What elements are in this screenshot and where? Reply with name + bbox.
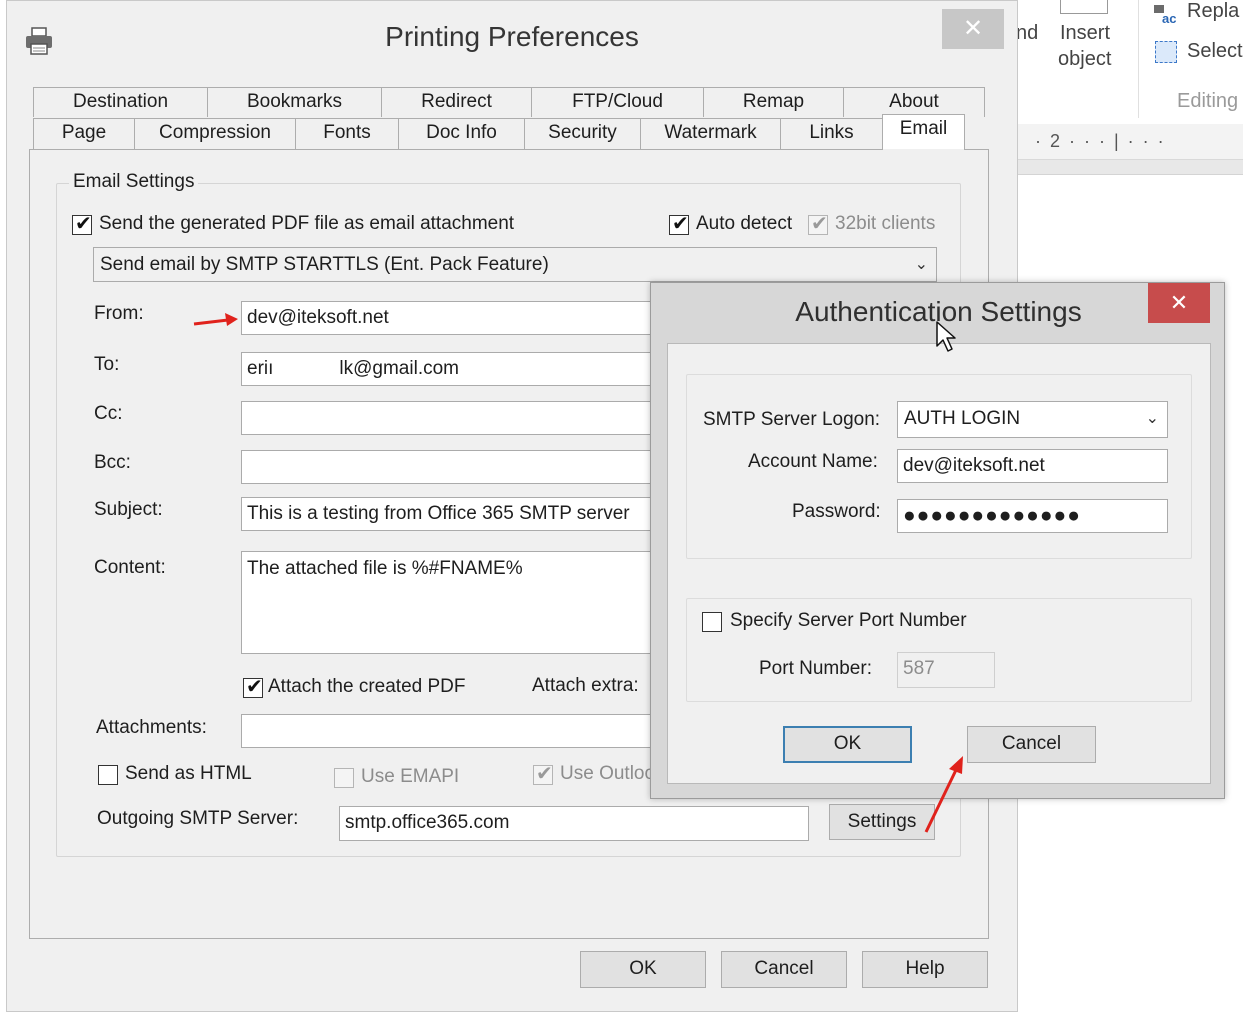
send-method-value: Send email by SMTP STARTTLS (Ent. Pack F… [100, 254, 549, 275]
tab-fonts[interactable]: Fonts [295, 118, 399, 150]
attachments-label: Attachments: [96, 717, 207, 738]
to-value-part1: eriı [247, 358, 274, 379]
tab-ftp-cloud[interactable]: FTP/Cloud [531, 87, 704, 117]
smtp-logon-label: SMTP Server Logon: [703, 409, 881, 430]
subject-field[interactable]: This is a testing from Office 365 SMTP s… [241, 497, 661, 531]
dialog-title: Printing Preferences [385, 21, 639, 52]
annotation-arrow-from [193, 313, 238, 326]
tab-doc-info[interactable]: Doc Info [398, 118, 525, 150]
specify-port-checkbox[interactable] [702, 612, 722, 632]
use-outlook-label: Use Outloo [560, 763, 656, 784]
clients-32bit-checkbox[interactable]: ✔ [808, 213, 828, 235]
checkmark-icon: ✔ [672, 213, 689, 235]
editing-group-label: Editing [1177, 90, 1239, 112]
smtp-logon-select[interactable]: AUTH LOGIN ⌄ [897, 401, 1168, 438]
annotation-arrow-settings [924, 756, 963, 833]
content-textarea[interactable]: The attached file is %#FNAME% [241, 551, 661, 654]
cancel-button[interactable]: Cancel [721, 951, 847, 988]
insert-object-icon [1060, 0, 1108, 14]
background-ribbon: · 2 · · · | · · · nd Insert object ac Re… [1000, 0, 1243, 175]
clients-32bit-label: 32bit clients [835, 213, 936, 234]
use-emapi-label: Use EMAPI [361, 766, 460, 787]
tab-bookmarks[interactable]: Bookmarks [207, 87, 382, 117]
tab-compression[interactable]: Compression [134, 118, 296, 150]
select-icon [1155, 41, 1177, 63]
send-attachment-label: Send the generated PDF file as email att… [99, 213, 515, 234]
tab-watermark[interactable]: Watermark [640, 118, 781, 150]
tab-panel-border-right [964, 149, 989, 150]
port-number-field[interactable]: 587 [897, 652, 995, 688]
tab-security[interactable]: Security [524, 118, 641, 150]
attachments-field[interactable] [241, 714, 661, 748]
use-outlook-checkbox[interactable]: ✔ [533, 763, 553, 785]
checkmark-icon: ✔ [75, 213, 92, 235]
specify-port-label: Specify Server Port Number [730, 610, 967, 631]
auth-close-button[interactable]: ✕ [1148, 283, 1210, 323]
authentication-settings-dialog: Authentication Settings ✕ SMTP Server Lo… [650, 282, 1225, 799]
checkmark-icon: ✔ [811, 213, 828, 235]
select-label[interactable]: Select [1187, 40, 1243, 63]
ok-button[interactable]: OK [580, 951, 706, 988]
bcc-field[interactable] [241, 450, 661, 484]
auto-detect-label: Auto detect [696, 213, 793, 234]
cursor-icon [936, 321, 956, 352]
send-method-select[interactable]: Send email by SMTP STARTTLS (Ent. Pack F… [93, 247, 937, 282]
chevron-down-icon: ⌄ [1145, 410, 1159, 427]
to-label: To: [94, 354, 120, 375]
password-label: Password: [792, 501, 881, 522]
to-value-part2: lk@gmail.com [339, 358, 459, 379]
cc-label: Cc: [94, 403, 123, 424]
ruler-marker: · 2 · · · | · · · [1035, 131, 1166, 151]
svg-text:ac: ac [1162, 11, 1176, 25]
checkmark-icon: ✔ [246, 676, 263, 698]
bcc-label: Bcc: [94, 452, 131, 473]
account-name-label: Account Name: [748, 451, 878, 472]
subject-label: Subject: [94, 499, 163, 520]
close-button[interactable]: ✕ [942, 9, 1004, 49]
from-label: From: [94, 303, 144, 324]
help-button[interactable]: Help [862, 951, 988, 988]
attach-created-label: Attach the created PDF [268, 676, 466, 697]
tab-remap[interactable]: Remap [703, 87, 844, 117]
send-html-checkbox[interactable] [98, 765, 118, 785]
password-field[interactable]: ●●●●●●●●●●●●● [897, 499, 1168, 533]
checkmark-icon: ✔ [536, 763, 553, 785]
auth-ok-button[interactable]: OK [783, 726, 912, 763]
replace-icon: ac [1154, 5, 1176, 25]
cc-field[interactable] [241, 401, 661, 435]
auth-dialog-body: SMTP Server Logon: AUTH LOGIN ⌄ Account … [667, 343, 1211, 784]
auto-detect-checkbox[interactable]: ✔ [669, 213, 689, 235]
find-button-label[interactable]: nd [1016, 22, 1038, 45]
port-number-label: Port Number: [759, 658, 872, 679]
email-settings-title: Email Settings [69, 171, 199, 193]
account-name-field[interactable]: dev@iteksoft.net [897, 449, 1168, 483]
tab-links[interactable]: Links [780, 118, 883, 150]
send-attachment-checkbox[interactable]: ✔ [72, 213, 92, 235]
chevron-down-icon: ⌄ [914, 256, 928, 273]
from-field[interactable]: dev@iteksoft.net [241, 301, 661, 335]
smtp-server-field[interactable]: smtp.office365.com [339, 806, 809, 841]
replace-label[interactable]: Repla [1187, 0, 1239, 23]
attach-extra-label: Attach extra: [532, 675, 639, 696]
use-emapi-checkbox[interactable] [334, 768, 354, 788]
content-label: Content: [94, 557, 166, 578]
auth-cancel-button[interactable]: Cancel [967, 726, 1096, 763]
tab-destination[interactable]: Destination [33, 87, 208, 117]
attach-created-checkbox[interactable]: ✔ [243, 676, 263, 698]
tab-redirect[interactable]: Redirect [381, 87, 532, 117]
smtp-logon-value: AUTH LOGIN [904, 408, 1021, 429]
tab-about[interactable]: About [843, 87, 985, 117]
tab-email[interactable]: Email [882, 114, 965, 151]
tab-panel-border [29, 149, 883, 150]
ribbon-separator [1138, 0, 1139, 118]
insert-object-label-1[interactable]: Insert [1060, 22, 1110, 45]
smtp-server-label: Outgoing SMTP Server: [97, 808, 299, 829]
to-field[interactable]: eriı lk@gmail.com [241, 352, 661, 386]
send-html-label: Send as HTML [125, 763, 252, 784]
tab-page[interactable]: Page [33, 118, 135, 150]
insert-object-label-2[interactable]: object [1058, 48, 1111, 71]
